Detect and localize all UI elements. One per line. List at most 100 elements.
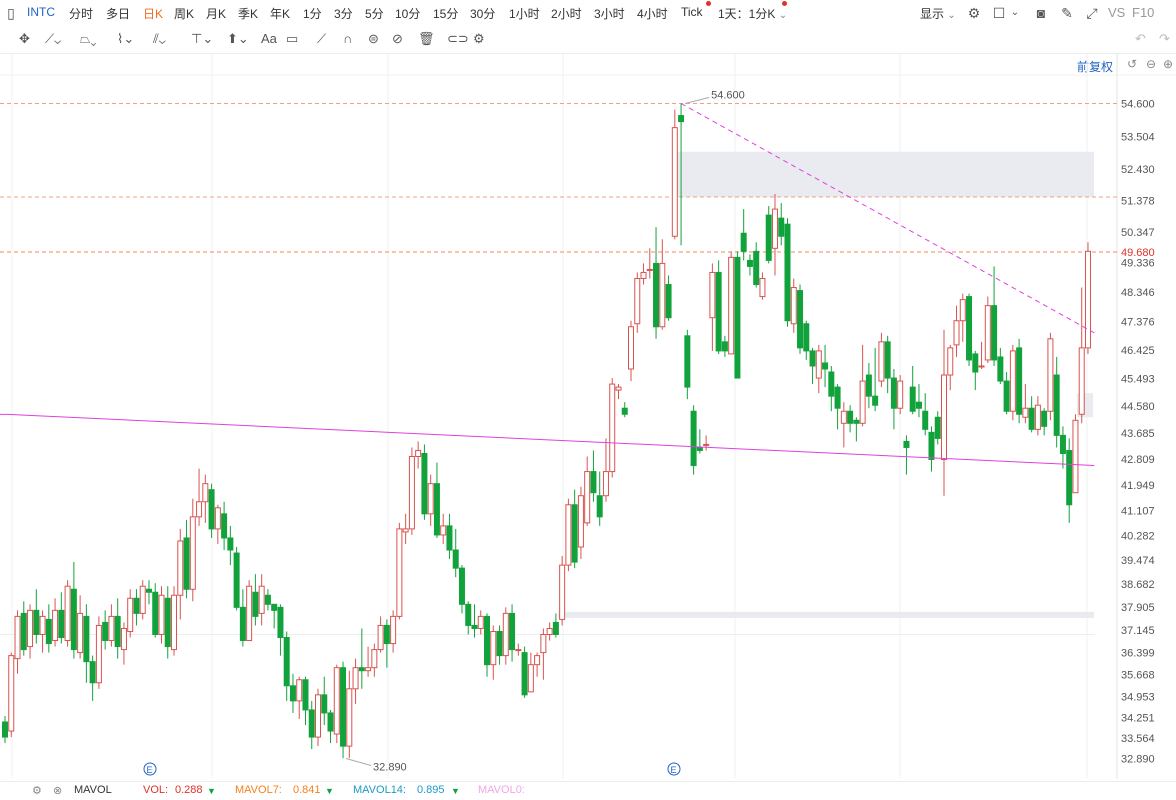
pencil-icon[interactable]: ✎	[1058, 4, 1076, 22]
y-tick-label: 38.682	[1121, 579, 1155, 591]
period-2[interactable]: 日K	[143, 5, 163, 22]
candle-body	[1085, 251, 1090, 348]
candle-body	[585, 472, 590, 523]
fullscreen-icon[interactable]: ⤢	[1083, 4, 1101, 22]
panel-icon[interactable]: ▯	[2, 4, 20, 22]
display-dropdown[interactable]: 显示 ⌄	[920, 5, 956, 22]
candle-body	[341, 668, 346, 746]
arrow-up-icon[interactable]: ⬆⌄	[227, 29, 249, 49]
period-7[interactable]: 1分	[303, 5, 322, 22]
chevron-down-icon: ⌄	[947, 10, 955, 21]
compare-button[interactable]: VS	[1108, 5, 1125, 20]
candle-body	[453, 550, 458, 568]
candle-body	[597, 496, 602, 517]
mavol0-label: MAVOL0:	[478, 784, 525, 796]
period-3[interactable]: 周K	[174, 5, 194, 22]
candle-body	[729, 257, 734, 354]
candle-body	[309, 710, 314, 737]
candle-body	[1060, 435, 1065, 453]
trend-line	[681, 104, 1094, 333]
channel-icon[interactable]: ⏢⌄	[80, 29, 97, 49]
candle-body	[948, 348, 953, 375]
period-4[interactable]: 月K	[206, 5, 226, 22]
candle-body	[209, 490, 214, 529]
candle-body	[629, 327, 634, 369]
period-9[interactable]: 5分	[365, 5, 384, 22]
period-12[interactable]: 30分	[470, 5, 495, 22]
y-tick-label: 34.251	[1121, 712, 1155, 724]
candle-body	[3, 722, 8, 737]
candle-body	[366, 668, 371, 671]
trash-icon[interactable]: 🗑	[418, 29, 435, 49]
text-icon[interactable]: Aa	[261, 29, 277, 49]
y-tick-label: 32.890	[1121, 754, 1155, 766]
candle-body	[353, 668, 358, 689]
settings-icon[interactable]: ⚙	[32, 784, 42, 797]
period-16[interactable]: 4小时	[637, 5, 668, 22]
indicator-name[interactable]: MAVOL	[74, 784, 112, 796]
period-10[interactable]: 10分	[395, 5, 420, 22]
f10-button[interactable]: F10	[1132, 5, 1154, 20]
gear-icon[interactable]: ⚙	[473, 29, 485, 49]
custom-period-dropdown[interactable]: 1天：1分K ⌄	[718, 5, 787, 22]
candle-body	[1029, 408, 1034, 429]
candle-body	[553, 622, 558, 634]
fibonacci-icon[interactable]: ⊤⌄	[191, 29, 213, 49]
magnet-icon[interactable]: ∩	[343, 29, 352, 49]
candle-body	[810, 351, 815, 366]
parallel-lines-icon[interactable]: ⫽⌄	[153, 29, 166, 49]
candle-body	[121, 628, 126, 649]
candle-body	[297, 680, 302, 701]
candle-body	[979, 366, 984, 367]
candle-body	[284, 638, 289, 686]
candle-body	[697, 447, 702, 450]
period-15[interactable]: 3小时	[594, 5, 625, 22]
period-6[interactable]: 年K	[270, 5, 290, 22]
candle-body	[935, 417, 940, 438]
candle-body	[153, 592, 158, 634]
candle-body	[128, 598, 133, 631]
period-13[interactable]: 1小时	[509, 5, 540, 22]
candle-body	[228, 538, 233, 550]
period-0[interactable]: 分时	[69, 5, 93, 22]
candle-body	[134, 598, 139, 613]
period-14[interactable]: 2小时	[551, 5, 582, 22]
settings-icon[interactable]: ⚙	[965, 4, 983, 22]
candle-body	[541, 634, 546, 652]
camera-icon[interactable]: ◙	[1032, 4, 1050, 22]
period-17[interactable]: Tick	[681, 5, 703, 19]
candle-body	[960, 300, 965, 321]
ruler-icon[interactable]: ⟋	[317, 29, 326, 49]
chevron-down-icon[interactable]: ⌄	[1006, 4, 1024, 22]
undo-icon[interactable]: ↶	[1135, 29, 1146, 49]
period-1[interactable]: 多日	[106, 5, 130, 22]
candle-body	[1048, 339, 1053, 411]
y-tick-label: 35.668	[1121, 670, 1155, 682]
trend-line-icon[interactable]: ⟋⌄	[45, 29, 61, 49]
crosshair-icon[interactable]: ✥	[19, 29, 30, 49]
candle-body	[672, 128, 677, 237]
lock-icon[interactable]: ⊜	[368, 29, 379, 49]
period-5[interactable]: 季K	[238, 5, 258, 22]
candle-body	[316, 695, 321, 737]
close-icon[interactable]: ⊗	[53, 784, 62, 797]
candle-body	[491, 631, 496, 664]
period-11[interactable]: 15分	[433, 5, 458, 22]
candle-body	[942, 375, 947, 459]
candlestick-chart[interactable]: 54.60032.89054.60053.50452.43051.37850.3…	[0, 54, 1176, 781]
comment-icon[interactable]: ▭	[286, 29, 298, 49]
link-icon[interactable]: ⊂⊃	[447, 29, 469, 49]
period-8[interactable]: 3分	[334, 5, 353, 22]
symbol-label[interactable]: INTC	[27, 5, 55, 19]
candle-body	[791, 288, 796, 324]
candle-body	[772, 209, 777, 248]
candle-body	[835, 387, 840, 408]
y-tick-label: 34.953	[1121, 691, 1155, 703]
hide-icon[interactable]: ⊘	[392, 29, 403, 49]
candle-body	[322, 695, 327, 713]
drawing-toolbar: ✥ ⟋⌄ ⏢⌄ ⌇⌄ ⫽⌄ ⊤⌄ ⬆⌄ Aa ▭ ⟋ ∩ ⊜ ⊘ 🗑 ⊂⊃ ⚙ …	[0, 26, 1176, 54]
redo-icon[interactable]: ↷	[1159, 29, 1170, 49]
candle-body	[28, 610, 33, 646]
candle-body	[90, 662, 95, 683]
wave-icon[interactable]: ⌇⌄	[117, 29, 134, 49]
